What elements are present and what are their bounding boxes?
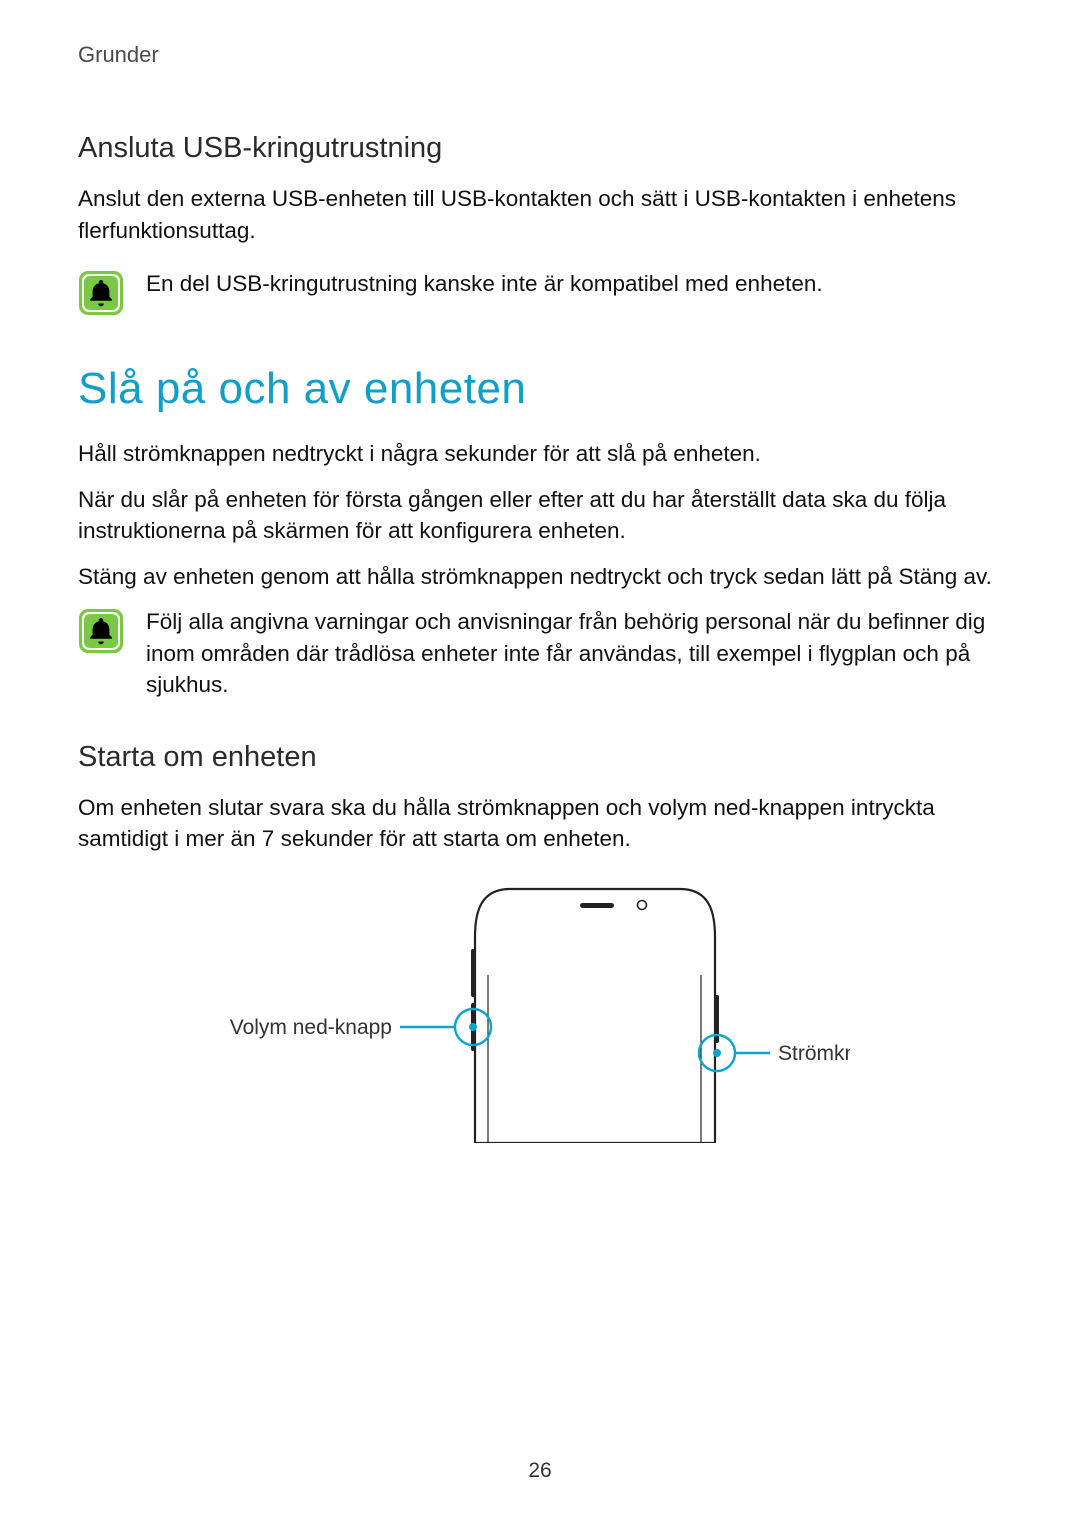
section-heading-usb: Ansluta USB-kringutrustning [78,132,1002,165]
phone-outline [471,889,719,1143]
page-header: Grunder [78,42,1002,68]
section-title-power: Slå på och av enheten [78,364,1002,414]
note-block: Följ alla angivna varningar och anvisnin… [78,606,1002,701]
label-volume-down: Volym ned-knapp [230,1016,392,1039]
note-text: Följ alla angivna varningar och anvisnin… [146,606,1002,701]
label-power: Strömknapp [778,1042,850,1065]
paragraph: Om enheten slutar svara ska du hålla str… [78,792,1002,855]
paragraph: Anslut den externa USB-enheten till USB-… [78,183,1002,246]
device-illustration: Volym ned-knapp Strömknapp [78,883,1002,1143]
callout-volume-down: Volym ned-knapp [230,1009,491,1045]
paragraph: Håll strömknappen nedtryckt i några seku… [78,438,1002,470]
paragraph: När du slår på enheten för första gången… [78,484,1002,547]
note-block: En del USB-kringutrustning kanske inte ä… [78,268,1002,316]
page-number: 26 [0,1459,1080,1483]
section-heading-restart: Starta om enheten [78,741,1002,774]
note-text: En del USB-kringutrustning kanske inte ä… [146,268,823,300]
paragraph: Stäng av enheten genom att hålla strömkn… [78,561,1002,593]
callout-power: Strömknapp [699,1035,850,1071]
bell-note-icon [78,608,124,654]
bell-note-icon [78,270,124,316]
